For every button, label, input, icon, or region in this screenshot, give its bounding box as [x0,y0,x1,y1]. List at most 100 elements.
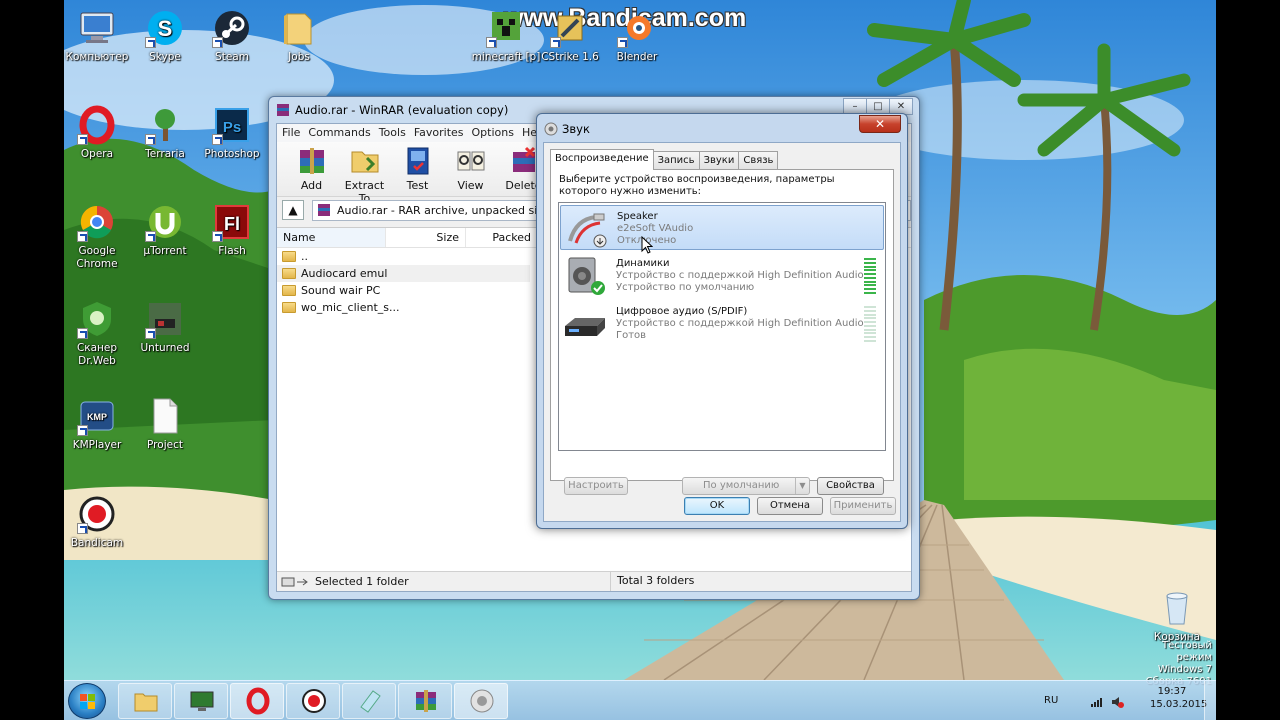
taskbar-opera[interactable] [230,683,284,719]
recycle-bin-icon [1166,592,1188,625]
sound-dialog[interactable]: Звук ✕ Воспроизведение Запись Звуки Связ… [536,113,908,529]
configure-button[interactable]: Настроить [564,477,628,495]
desktop-icon-terraria[interactable]: Terraria [128,105,202,161]
column-packed[interactable]: Packed [466,228,538,247]
desktop-icon-steam[interactable]: Steam [195,8,269,64]
speakers-icon [568,257,605,295]
device-name: Динамики [616,258,670,269]
show-desktop-button[interactable] [1204,681,1216,720]
tab-communications[interactable]: Связь [738,151,779,169]
taskbar-explorer[interactable] [118,683,172,719]
file-row[interactable]: wo_mic_client_s... [277,299,530,316]
explorer-folder-icon [134,693,158,712]
ok-button[interactable]: OK [684,497,750,515]
network-icon[interactable] [1090,697,1104,707]
file-name: .. [301,250,308,263]
desktop-icon-chrome[interactable]: Google Chrome [64,202,134,271]
desktop-icon-opera[interactable]: Opera [64,105,134,161]
taskbar-bandicam[interactable] [286,683,340,719]
desktop-icon-label: Google Chrome [76,245,118,270]
set-default-button[interactable]: По умолчанию ▼ [682,477,810,495]
device-item-speakers[interactable]: Динамики Устройство с поддержкой High De… [560,253,884,298]
column-name[interactable]: Name [277,228,386,247]
chevron-down-icon[interactable]: ▼ [795,478,809,494]
extract-icon [351,151,378,173]
device-driver: Устройство с поддержкой High Definition … [616,318,864,329]
device-item-spdif[interactable]: Цифровое аудио (S/PDIF) Устройство с под… [560,301,884,346]
taskbar-sound[interactable] [454,683,508,719]
up-one-level-button[interactable]: ▲ [282,200,304,220]
file-row[interactable]: Audiocard emul [277,265,530,282]
desktop-icon-label: minecraft [p] [471,51,541,63]
extract-to-button[interactable]: Extract To [338,142,391,205]
desktop-icon-bandicam[interactable]: Bandicam [64,494,134,550]
language-indicator[interactable]: RU [1044,695,1058,706]
desktop-icon-label: Flash [218,245,246,257]
view-label: View [457,179,484,192]
tab-playback[interactable]: Воспроизведение [550,149,654,170]
desktop-icon-photoshop[interactable]: Ps Photoshop [195,105,269,161]
drive-icon [281,577,308,586]
device-driver: Устройство с поддержкой High Definition … [616,270,864,281]
desktop-icon-blender[interactable]: Blender [600,8,674,64]
view-button[interactable]: View [444,142,497,196]
sound-close-button[interactable]: ✕ [859,115,901,133]
clock-time: 19:37 [1157,686,1187,697]
menu-file[interactable]: File [281,124,307,142]
cancel-button[interactable]: Отмена [757,497,823,515]
desktop-icon-cstrike[interactable]: CStrike 1.6 [533,8,607,64]
desktop-icon-skype[interactable]: S Skype [128,8,202,64]
opera-icon [246,687,270,715]
tab-recording[interactable]: Запись [652,151,700,169]
menu-favorites[interactable]: Favorites [413,124,471,142]
column-size[interactable]: Size [386,228,466,247]
file-row[interactable]: Sound wair PC [277,282,530,299]
folder-icon [282,251,296,262]
menu-commands[interactable]: Commands [307,124,377,142]
playback-page: Выберите устройство воспроизведения, пар… [550,169,894,495]
desktop-icon-utorrent[interactable]: µTorrent [128,202,202,258]
test-button[interactable]: Test [391,142,444,196]
clock-date: 15.03.2015 [1150,699,1208,710]
taskbar-winrar[interactable] [398,683,452,719]
desktop-icon-unturned[interactable]: Unturned [128,299,202,355]
device-driver: e2eSoft VAudio [617,223,694,234]
desktop-icon-flash[interactable]: Fl Flash [195,202,269,258]
taskbar-notepad[interactable] [342,683,396,719]
set-default-label: По умолчанию [703,480,780,491]
desktop-icon-jobs[interactable]: Jobs [262,8,336,64]
menu-tools[interactable]: Tools [378,124,413,142]
playback-prompt: Выберите устройство воспроизведения, пар… [559,174,835,197]
document-icon [153,398,178,434]
desktop-icon-drweb[interactable]: Сканер Dr.Web [64,299,134,368]
svg-text:S: S [158,16,173,41]
start-button[interactable] [68,683,106,719]
bandicam-icon [302,689,326,713]
desktop-icon-recycle-bin[interactable]: Корзина [1140,588,1214,644]
svg-text:KMP: KMP [87,412,107,422]
device-name: Цифровое аудио (S/PDIF) [616,306,748,317]
desktop-icon-kmplayer[interactable]: KMP KMPlayer [64,396,134,452]
file-row-parent[interactable]: .. [277,248,530,265]
desktop-icon-label: Skype [149,51,181,63]
folder-icon [282,302,296,313]
desktop-icon-project[interactable]: Project [128,396,202,452]
sound-dialog-body: Воспроизведение Запись Звуки Связь Выбер… [543,142,901,522]
desktop-icon-label: µTorrent [143,245,187,257]
device-item-speaker[interactable]: Speaker e2eSoft VAudio Отключено [560,205,884,250]
clock[interactable]: 19:37 15.03.2015 [1150,685,1207,711]
desktop-icon-computer[interactable]: Компьютер [64,8,134,64]
tab-sounds[interactable]: Звуки [698,151,740,169]
winrar-app-icon [416,690,436,712]
playback-device-list[interactable]: Speaker e2eSoft VAudio Отключено Динамик… [558,202,886,451]
properties-button[interactable]: Свойства [817,477,884,495]
add-button[interactable]: Add [285,142,338,196]
volume-muted-icon[interactable] [1110,695,1124,709]
menu-options[interactable]: Options [471,124,521,142]
desktop-icon-minecraft[interactable]: minecraft [p] [469,8,543,64]
file-name: Audiocard emul [301,267,388,280]
apply-button[interactable]: Применить [830,497,896,515]
view-icon [457,151,484,171]
taskbar-monitor[interactable] [174,683,228,719]
winrar-statusbar: Selected 1 folder Total 3 folders [277,571,911,591]
